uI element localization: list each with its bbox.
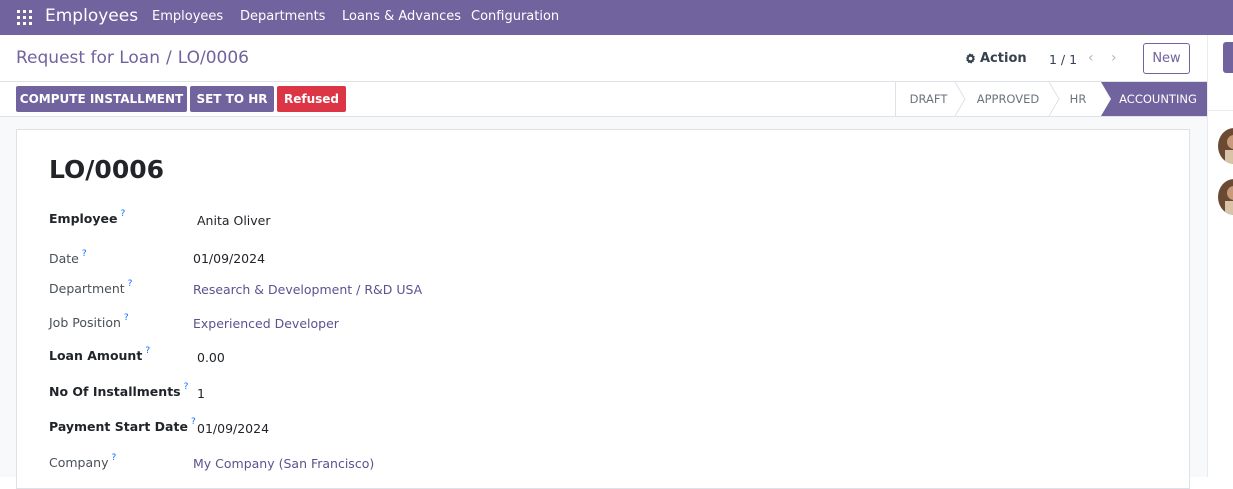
company-label: Company? [49,453,117,471]
new-button[interactable]: New [1143,43,1190,74]
help-icon[interactable]: ? [128,279,133,289]
app-title[interactable]: Employees [45,6,138,26]
set-to-hr-button[interactable]: SET TO HR [190,86,274,112]
stage-draft-label: DRAFT [909,92,948,106]
job-position-link[interactable]: Experienced Developer [193,316,339,331]
installments-label: No Of Installments? [49,382,189,400]
gear-icon [965,53,976,64]
top-navbar: Employees Employees Departments Loans & … [0,0,1233,35]
stage-draft[interactable]: DRAFT [895,82,966,116]
chevron-right-icon [955,82,966,116]
stage-approved-label: APPROVED [976,92,1040,106]
menu-configuration[interactable]: Configuration [471,9,559,24]
breadcrumb: Request for Loan / LO/0006 [16,48,249,68]
record-title: LO/0006 [49,155,165,184]
breadcrumb-separator: / [166,48,172,68]
chevron-right-icon [1101,82,1111,116]
pager-next-icon[interactable]: › [1111,50,1117,66]
status-bar: COMPUTE INSTALLMENT SET TO HR Refused DR… [0,82,1207,117]
action-label: Action [980,51,1027,66]
refused-button[interactable]: Refused [277,86,346,112]
help-icon[interactable]: ? [145,346,150,356]
department-label: Department? [49,279,133,297]
stage-hr-label: HR [1069,92,1087,106]
department-link[interactable]: Research & Development / R&D USA [193,282,422,297]
action-menu-button[interactable]: Action [965,51,1027,66]
chevron-right-icon [1049,82,1060,116]
menu-departments[interactable]: Departments [240,9,325,24]
company-link[interactable]: My Company (San Francisco) [193,456,374,471]
compute-installment-button[interactable]: COMPUTE INSTALLMENT [16,86,187,112]
help-icon[interactable]: ? [184,382,189,392]
breadcrumb-current: LO/0006 [177,48,249,68]
chatter-divider [1207,110,1233,111]
installments-field[interactable]: 1 [197,386,205,401]
date-label: Date? [49,249,87,267]
menu-employees[interactable]: Employees [152,9,223,24]
loan-amount-field[interactable]: 0.00 [197,350,225,365]
payment-start-date-field[interactable]: 01/09/2024 [197,421,269,436]
employee-field[interactable]: Anita Oliver [197,213,271,228]
pager-prev-icon[interactable]: ‹ [1088,50,1094,66]
stage-accounting[interactable]: ACCOUNTING [1101,82,1207,116]
form-sheet [16,129,1190,489]
help-icon[interactable]: ? [191,417,196,427]
employee-label: Employee? [49,209,126,227]
stage-pipeline: DRAFT APPROVED HR ACCOUNTING [895,82,1207,116]
stage-accounting-label: ACCOUNTING [1119,92,1197,106]
menu-loans-advances[interactable]: Loans & Advances [342,9,461,24]
send-message-button[interactable] [1223,42,1233,73]
breadcrumb-parent[interactable]: Request for Loan [16,48,160,68]
help-icon[interactable]: ? [124,313,129,323]
job-position-label: Job Position? [49,313,129,331]
help-icon[interactable]: ? [82,249,87,259]
stage-hr[interactable]: HR [1055,82,1101,116]
payment-start-date-label: Payment Start Date? [49,417,196,435]
help-icon[interactable]: ? [121,209,126,219]
pager-value[interactable]: 1 / 1 [1049,52,1077,67]
stage-approved[interactable]: APPROVED [961,82,1060,116]
apps-grid-icon[interactable] [17,10,32,25]
help-icon[interactable]: ? [111,453,116,463]
loan-amount-label: Loan Amount? [49,346,151,364]
control-panel: Request for Loan / LO/0006 Action 1 / 1 ‹ … [0,35,1207,82]
date-value: 01/09/2024 [193,251,266,266]
chatter-panel [1207,35,1233,477]
